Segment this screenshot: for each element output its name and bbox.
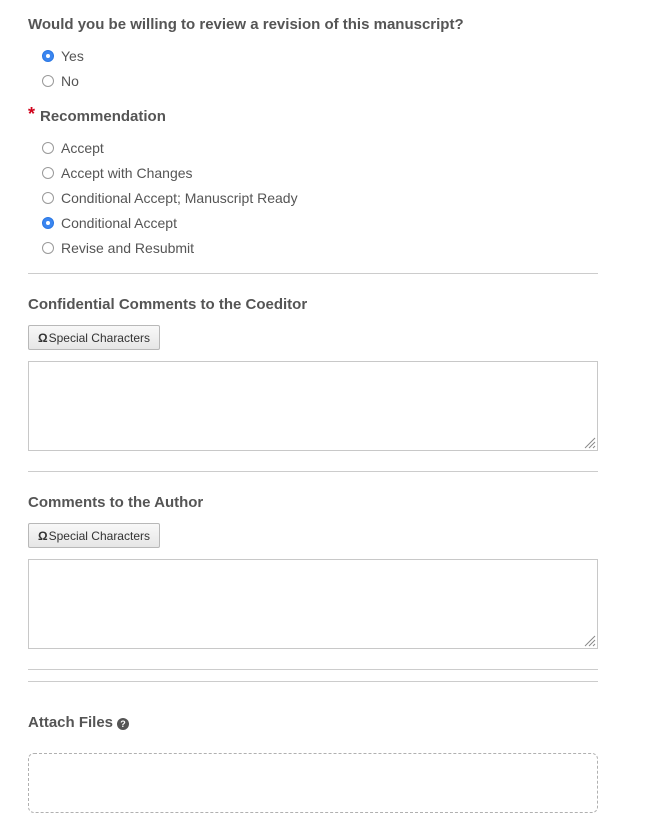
special-characters-label: Special Characters [48,330,150,345]
radio-label-accept-with-changes: Accept with Changes [61,165,193,181]
radio-option-revise-resubmit[interactable]: Revise and Resubmit [42,239,194,257]
revision-question-label: Would you be willing to review a revisio… [28,16,464,33]
section-divider [28,471,598,472]
author-comments-label: Comments to the Author [28,494,204,511]
radio-label-conditional-accept-ready: Conditional Accept; Manuscript Ready [61,190,298,206]
radio-label-conditional-accept: Conditional Accept [61,215,177,231]
help-icon[interactable]: ? [117,718,130,730]
radio-option-yes[interactable]: Yes [42,47,84,65]
special-characters-label: Special Characters [48,528,150,543]
radio-button-accept[interactable] [42,142,54,154]
radio-option-conditional-accept[interactable]: Conditional Accept [42,214,177,232]
file-drop-zone[interactable] [28,753,598,813]
section-divider [28,273,598,274]
section-divider [28,669,598,670]
radio-button-conditional-accept-ready[interactable] [42,192,54,204]
radio-button-revise-resubmit[interactable] [42,242,54,254]
special-characters-button-coeditor[interactable]: Ω Special Characters [28,325,160,350]
special-characters-button-author[interactable]: Ω Special Characters [28,523,160,548]
confidential-comments-textarea[interactable] [28,361,598,451]
omega-icon: Ω [37,528,48,543]
omega-icon: Ω [37,330,48,345]
radio-label-accept: Accept [61,140,104,156]
radio-button-conditional-accept[interactable] [42,217,54,229]
resize-grip-icon[interactable] [584,635,596,647]
attach-files-heading: Attach Files? [28,714,130,731]
radio-option-accept[interactable]: Accept [42,139,104,157]
recommendation-label: Recommendation [40,108,166,125]
radio-button-accept-with-changes[interactable] [42,167,54,179]
radio-label-revise-resubmit: Revise and Resubmit [61,240,195,256]
section-divider [28,681,598,682]
attach-files-label: Attach Files [28,714,114,731]
radio-option-no[interactable]: No [42,72,79,90]
resize-grip-icon[interactable] [584,437,596,449]
radio-button-yes[interactable] [42,50,54,62]
author-comments-textarea[interactable] [28,559,598,649]
confidential-comments-label: Confidential Comments to the Coeditor [28,296,308,313]
required-marker: * [28,104,36,124]
radio-label-yes: Yes [61,48,84,64]
radio-label-no: No [61,73,79,89]
radio-button-no[interactable] [42,75,54,87]
radio-option-accept-with-changes[interactable]: Accept with Changes [42,164,193,182]
radio-option-conditional-accept-ready[interactable]: Conditional Accept; Manuscript Ready [42,189,298,207]
